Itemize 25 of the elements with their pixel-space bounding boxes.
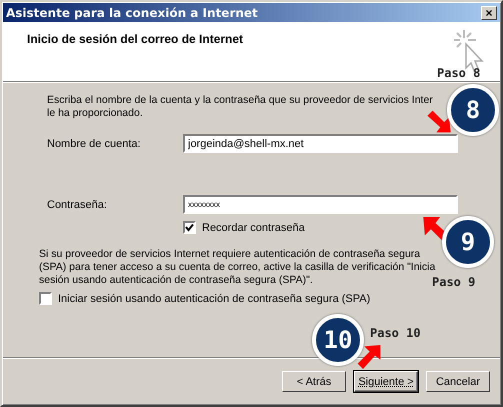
wizard-button[interactable]: < Atrás <box>282 371 346 392</box>
page-title: Inicio de sesión del correo de Internet <box>27 32 244 46</box>
spa-info-line: sesión usando autenticación de contraseña segura (SPA)". <box>39 274 313 287</box>
wizard-button[interactable]: Cancelar <box>426 371 490 392</box>
instruction-line: Escriba el nombre de la cuenta y la contraseña que su proveedor de servicios Inter <box>47 94 433 107</box>
step-badge: 9 <box>442 216 494 268</box>
wizard-button[interactable]: Siguiente > <box>354 371 418 392</box>
step-badge: 10 <box>312 314 364 366</box>
step-label: Paso 8 <box>437 66 480 80</box>
password-field[interactable]: xxxxxxxx <box>183 195 458 214</box>
instruction-line: le ha proporcionado. <box>47 107 143 120</box>
remember-checkbox[interactable] <box>183 221 196 234</box>
step-badge: 8 <box>447 84 499 136</box>
spa-label: Iniciar sesión usando autenticación de contraseña segura (SPA) <box>58 292 370 304</box>
window-title: Asistente para la conexión a Internet <box>6 6 258 20</box>
spa-info-line: Si su proveedor de servicios Internet requiere autenticación de contraseña segura <box>39 248 420 261</box>
close-button[interactable]: × <box>481 6 497 20</box>
account-label: Nombre de cuenta: <box>47 138 142 150</box>
step-label: Paso 9 <box>432 275 476 289</box>
spa-info-line: (SPA) para tener acceso a su cuenta de correo, active la casilla de verificación "Inicia <box>39 261 436 274</box>
remember-label: Recordar contraseña <box>202 222 305 234</box>
spa-checkbox[interactable] <box>39 292 52 305</box>
step-label: Paso 10 <box>370 326 421 340</box>
account-field[interactable]: jorgeinda@shell-mx.net <box>183 134 458 153</box>
password-label: Contraseña: <box>47 198 108 210</box>
